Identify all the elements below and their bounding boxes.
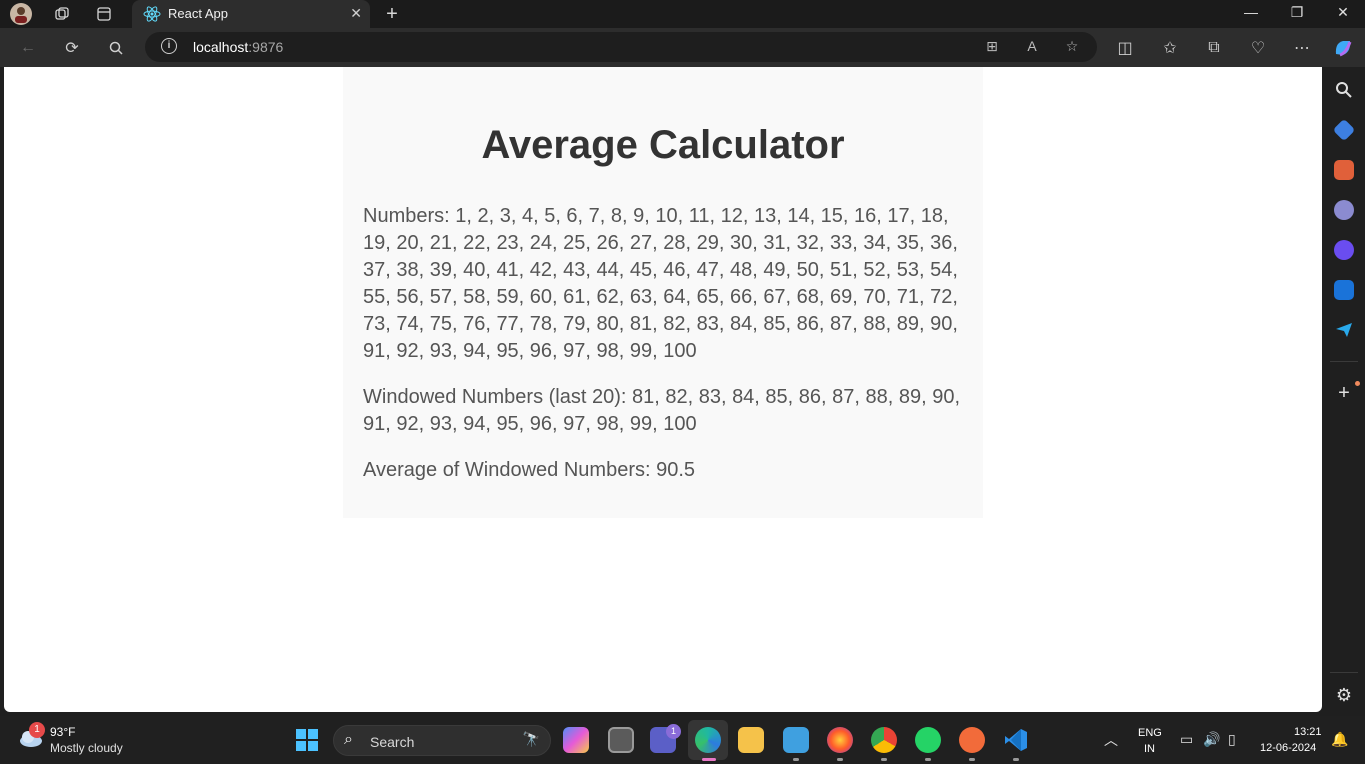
tab-actions-icon[interactable]	[93, 3, 115, 25]
input-region[interactable]: IN	[1144, 743, 1155, 755]
sidebar-search-icon[interactable]	[1334, 80, 1354, 100]
profile-avatar[interactable]	[10, 3, 32, 25]
games-icon[interactable]	[1334, 200, 1354, 220]
vscode-app-icon[interactable]	[1003, 727, 1029, 753]
chrome-app-icon[interactable]	[871, 727, 897, 753]
shopping-tag-icon[interactable]	[1332, 118, 1356, 142]
search-highlight-icon: 🔭	[522, 731, 540, 747]
notepad-app-icon[interactable]	[783, 727, 809, 753]
postman-running-indicator	[969, 758, 975, 761]
add-sidebar-app-icon[interactable]: +	[1334, 383, 1354, 403]
average-result: Average of Windowed Numbers: 90.5	[363, 459, 696, 481]
clock-time[interactable]: 13:21	[1294, 726, 1322, 738]
minimize-icon[interactable]: —	[1241, 4, 1261, 20]
numbers-list: Numbers: 1, 2, 3, 4, 5, 6, 7, 8, 9, 10, …	[363, 205, 958, 362]
windows-start-icon[interactable]	[296, 729, 318, 751]
clock-date[interactable]: 12-06-2024	[1260, 742, 1316, 754]
chrome-running-indicator	[881, 758, 887, 761]
whatsapp-running-indicator	[925, 758, 931, 761]
windows-taskbar: 1 93°F Mostly cloudy ⌕ Search 🔭 1 ︿ ENG …	[0, 716, 1365, 764]
edge-sidebar: + ⚙	[1322, 67, 1365, 716]
search-icon[interactable]	[104, 36, 128, 60]
browser-essentials-icon[interactable]: ♡	[1246, 36, 1270, 60]
more-menu-icon[interactable]: ⋯	[1290, 36, 1314, 60]
firefox-app-icon[interactable]	[827, 727, 853, 753]
workspaces-icon[interactable]	[51, 3, 73, 25]
sidebar-settings-gear-icon[interactable]: ⚙	[1334, 685, 1354, 705]
task-view-app-icon[interactable]	[608, 727, 634, 753]
firefox-running-indicator	[837, 758, 843, 761]
postman-app-icon[interactable]	[959, 727, 985, 753]
vscode-running-indicator	[1013, 758, 1019, 761]
back-icon[interactable]: ←	[16, 36, 40, 60]
favorite-star-icon[interactable]: ☆	[1063, 38, 1081, 56]
telegram-send-icon[interactable]	[1334, 320, 1354, 340]
battery-icon[interactable]: ▯	[1228, 731, 1236, 748]
tab-title: React App	[168, 6, 228, 21]
outlook-icon[interactable]	[1334, 280, 1354, 300]
taskbar-search[interactable]: ⌕ Search 🔭	[333, 725, 551, 756]
react-logo-icon	[143, 5, 161, 26]
copilot-pre-app-icon[interactable]	[563, 727, 589, 753]
whatsapp-app-icon[interactable]	[915, 727, 941, 753]
collections-icon[interactable]: ⧉	[1202, 36, 1226, 60]
page-viewport: Average Calculator Numbers: 1, 2, 3, 4, …	[4, 67, 1322, 712]
sidebar-divider-bottom	[1330, 672, 1358, 673]
edge-active-indicator	[702, 758, 716, 761]
browser-title-bar: React App ✕ + — ❐ ✕	[0, 0, 1365, 28]
edge-app-icon[interactable]	[695, 727, 721, 753]
network-icon[interactable]: ▭	[1180, 731, 1193, 748]
split-screen-icon[interactable]: ◫	[1113, 36, 1137, 60]
windowed-numbers-list: Windowed Numbers (last 20): 81, 82, 83, …	[363, 386, 961, 435]
favorites-icon[interactable]: ✩	[1158, 36, 1182, 60]
close-window-icon[interactable]: ✕	[1333, 4, 1353, 21]
volume-icon[interactable]: 🔊	[1203, 731, 1220, 748]
file-explorer-app-icon[interactable]	[738, 727, 764, 753]
weather-condition[interactable]: Mostly cloudy	[50, 741, 123, 755]
show-hidden-icons-chevron-icon[interactable]: ︿	[1104, 730, 1118, 750]
read-aloud-icon[interactable]: A	[1023, 38, 1041, 56]
sidebar-divider	[1330, 361, 1358, 362]
refresh-icon[interactable]: ⟳	[60, 36, 84, 60]
page-title: Average Calculator	[481, 123, 845, 167]
notification-dot	[1355, 381, 1360, 386]
calculator-card: Average Calculator Numbers: 1, 2, 3, 4, …	[343, 67, 983, 518]
tab-react-app[interactable]: React App ✕	[132, 0, 370, 28]
weather-alert-badge: 1	[29, 722, 45, 738]
weather-temperature[interactable]: 93°F	[50, 725, 75, 739]
notification-bell-icon[interactable]: 🔔	[1331, 731, 1348, 748]
tools-briefcase-icon[interactable]	[1334, 160, 1354, 180]
url-text[interactable]: localhost:9876	[193, 39, 283, 55]
app-available-icon[interactable]: ⊞	[983, 38, 1001, 56]
tab-close-icon[interactable]: ✕	[350, 5, 362, 22]
copilot-sidebar-icon[interactable]	[1334, 240, 1354, 260]
input-language[interactable]: ENG	[1138, 727, 1162, 739]
site-info-icon[interactable]: i	[161, 38, 177, 54]
notepad-running-indicator	[793, 758, 799, 761]
address-bar[interactable]: i localhost:9876 ⊞ A ☆	[145, 32, 1097, 62]
browser-toolbar: ← ⟳ i localhost:9876 ⊞ A ☆ ◫ ✩ ⧉ ♡ ⋯	[0, 28, 1365, 67]
copilot-icon[interactable]	[1331, 36, 1355, 60]
search-magnifier-icon: ⌕	[344, 731, 353, 748]
restore-icon[interactable]: ❐	[1287, 4, 1307, 21]
new-tab-icon[interactable]: +	[381, 3, 403, 25]
teams-badge: 1	[666, 724, 681, 739]
search-placeholder: Search	[370, 734, 415, 750]
